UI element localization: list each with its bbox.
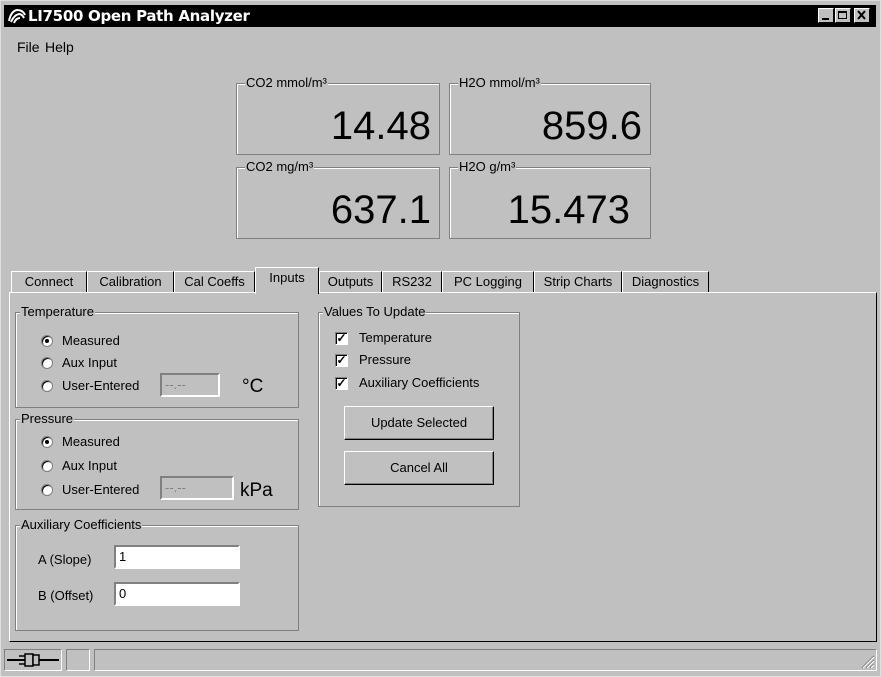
status-bar bbox=[4, 647, 877, 673]
co2-mg-value: 637.1 bbox=[330, 188, 431, 232]
resize-grip-icon[interactable] bbox=[859, 653, 875, 669]
values-to-update-group: Values To Update ✓ Temperature ✓ Pressur… bbox=[318, 304, 520, 507]
status-cell-main bbox=[94, 649, 877, 671]
tab-diagnostics[interactable]: Diagnostics bbox=[622, 271, 709, 292]
main-window: LI7500 Open Path Analyzer File Help CO2 … bbox=[0, 0, 881, 677]
temperature-title: Temperature bbox=[20, 304, 95, 320]
pressure-group: Pressure Measured Aux Input User-Entered… bbox=[15, 411, 299, 510]
tab-connect[interactable]: Connect bbox=[11, 271, 87, 292]
menu-file[interactable]: File bbox=[17, 37, 40, 57]
pressure-measured-radio[interactable] bbox=[41, 436, 53, 448]
pressure-user-field[interactable]: --.-- bbox=[160, 476, 234, 500]
tab-calibration[interactable]: Calibration bbox=[87, 271, 174, 292]
pressure-unit: kPa bbox=[240, 480, 273, 501]
pressure-title: Pressure bbox=[20, 411, 75, 427]
temperature-aux-radio[interactable] bbox=[41, 357, 53, 369]
temperature-user-field[interactable]: --.-- bbox=[160, 373, 220, 397]
aux-b-label: B (Offset) bbox=[38, 588, 94, 603]
menu-help[interactable]: Help bbox=[45, 37, 74, 57]
temperature-user-label: User-Entered bbox=[62, 378, 140, 393]
values-to-update-title: Values To Update bbox=[323, 304, 427, 320]
h2o-mmol-label: H2O mmol/m³ bbox=[458, 75, 541, 91]
status-cell-2 bbox=[66, 649, 90, 671]
co2-mg-label: CO2 mg/m³ bbox=[245, 159, 315, 175]
temperature-measured-radio[interactable] bbox=[41, 335, 53, 347]
temperature-user-radio[interactable] bbox=[41, 380, 53, 392]
tab-strip-charts[interactable]: Strip Charts bbox=[534, 271, 622, 292]
tab-pc-logging[interactable]: PC Logging bbox=[442, 271, 534, 292]
minimize-icon bbox=[822, 18, 829, 20]
update-temperature-label: Temperature bbox=[359, 330, 432, 345]
tab-cal-coeffs[interactable]: Cal Coeffs bbox=[174, 271, 255, 292]
tab-inputs[interactable]: Inputs bbox=[255, 267, 319, 294]
pressure-aux-radio[interactable] bbox=[41, 460, 53, 472]
update-pressure-label: Pressure bbox=[359, 352, 412, 367]
co2-mmol-label: CO2 mmol/m³ bbox=[245, 75, 328, 91]
aux-coefficients-group: Auxiliary Coefficients A (Slope) 1 B (Of… bbox=[15, 517, 299, 631]
h2o-mmol-value: 859.6 bbox=[541, 104, 642, 148]
temperature-unit: °C bbox=[242, 376, 264, 397]
update-temperature-checkbox[interactable]: ✓ bbox=[335, 332, 348, 345]
tab-outputs[interactable]: Outputs bbox=[319, 271, 382, 292]
maximize-icon bbox=[838, 11, 847, 19]
temperature-group: Temperature Measured Aux Input User-Ente… bbox=[15, 304, 299, 408]
app-icon bbox=[8, 8, 26, 24]
update-selected-button[interactable]: Update Selected bbox=[344, 406, 494, 440]
aux-b-field[interactable]: 0 bbox=[114, 582, 240, 606]
pressure-measured-label: Measured bbox=[62, 434, 120, 449]
maximize-button[interactable] bbox=[835, 8, 851, 23]
title-bar[interactable]: LI7500 Open Path Analyzer bbox=[4, 5, 876, 27]
close-button[interactable] bbox=[854, 8, 870, 23]
minimize-button[interactable] bbox=[818, 8, 834, 23]
co2-mg-readout: CO2 mg/m³ 637.1 bbox=[236, 159, 440, 239]
temperature-measured-label: Measured bbox=[62, 333, 120, 348]
aux-a-label: A (Slope) bbox=[38, 552, 92, 567]
pressure-user-radio[interactable] bbox=[41, 484, 53, 496]
window-title: LI7500 Open Path Analyzer bbox=[28, 7, 250, 25]
tab-rs232[interactable]: RS232 bbox=[382, 271, 442, 292]
update-aux-label: Auxiliary Coefficients bbox=[359, 375, 480, 390]
update-aux-checkbox[interactable]: ✓ bbox=[335, 377, 348, 390]
cancel-all-button[interactable]: Cancel All bbox=[344, 451, 494, 485]
aux-coefficients-title: Auxiliary Coefficients bbox=[20, 517, 143, 533]
h2o-g-readout: H2O g/m³ 15.473 bbox=[449, 159, 651, 239]
pressure-user-label: User-Entered bbox=[62, 482, 140, 497]
update-pressure-checkbox[interactable]: ✓ bbox=[335, 354, 348, 367]
aux-a-field[interactable]: 1 bbox=[114, 545, 240, 569]
connection-status bbox=[4, 649, 62, 671]
h2o-g-value: 15.473 bbox=[507, 188, 630, 232]
close-icon bbox=[857, 10, 866, 20]
co2-mmol-readout: CO2 mmol/m³ 14.48 bbox=[236, 75, 440, 155]
h2o-mmol-readout: H2O mmol/m³ 859.6 bbox=[449, 75, 651, 155]
pressure-aux-label: Aux Input bbox=[62, 458, 117, 473]
co2-mmol-value: 14.48 bbox=[330, 104, 431, 148]
connection-plug-icon bbox=[7, 653, 59, 667]
h2o-g-label: H2O g/m³ bbox=[458, 159, 517, 175]
temperature-aux-label: Aux Input bbox=[62, 355, 117, 370]
